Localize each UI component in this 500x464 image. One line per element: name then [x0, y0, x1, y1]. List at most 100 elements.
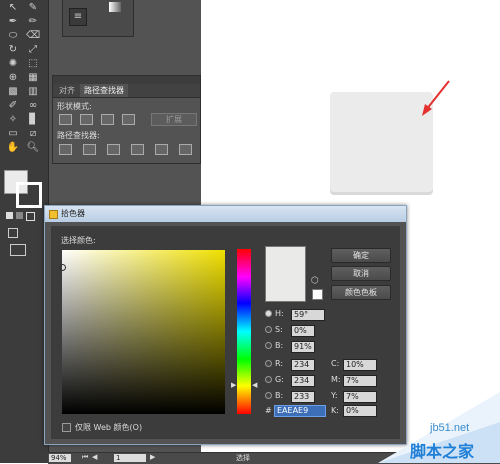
slice-tool-icon[interactable]: ⧄ [26, 128, 40, 140]
saturation-radio[interactable] [265, 326, 272, 333]
warp-tool-icon[interactable]: ✺ [6, 58, 20, 70]
green-radio[interactable] [265, 376, 272, 383]
direct-select-tool-icon[interactable]: ↖ [6, 2, 20, 14]
green-field[interactable]: 234 [291, 375, 315, 387]
red-radio[interactable] [265, 360, 272, 367]
black-label: K: [331, 406, 339, 415]
tools-panel: ↖ ✎ ✒ ✏ ⬭ ⌫ ↻ ⤢ ✺ ⬚ ⊕ ▦ ▩ ▥ ✐ ∞ ✧ ▊ ▭ ⧄ … [0, 0, 49, 463]
web-safe-color-swatch[interactable] [312, 289, 323, 300]
prev-artboard-icon[interactable]: ◀ [92, 453, 97, 461]
rotate-tool-icon[interactable]: ↻ [6, 44, 20, 56]
saturation-label: S: [275, 325, 283, 334]
pathfinder-panel: 对齐 路径查找器 形状模式: 扩展 路径查找器: [52, 75, 201, 164]
hue-field[interactable]: 59° [291, 309, 325, 321]
minus-front-button[interactable] [80, 114, 93, 125]
divide-button[interactable] [59, 144, 72, 155]
cyan-label: C: [331, 359, 340, 368]
merge-button[interactable] [107, 144, 120, 155]
brightness-radio[interactable] [265, 342, 272, 349]
hex-field[interactable]: EAEAE9 [274, 405, 326, 417]
select-color-label: 选择颜色: [61, 236, 96, 245]
hue-slider[interactable] [237, 249, 251, 414]
tab-pathfinder[interactable]: 路径查找器 [80, 84, 128, 97]
brightness-label: B: [275, 341, 284, 350]
cancel-button[interactable]: 取消 [331, 266, 391, 281]
ok-button[interactable]: 确定 [331, 248, 391, 263]
exclude-button[interactable] [122, 114, 135, 125]
blue-field[interactable]: 233 [291, 391, 315, 403]
hand-tool-icon[interactable]: ✋ [6, 142, 20, 154]
crop-button[interactable] [131, 144, 144, 155]
current-color-swatch [265, 246, 306, 302]
none-mode-icon[interactable] [26, 212, 35, 221]
zoom-field[interactable]: 94% [49, 454, 71, 462]
red-label: R: [275, 359, 284, 368]
brush-tool-icon[interactable]: ✒ [6, 16, 20, 28]
web-only-checkbox[interactable] [62, 423, 71, 432]
yellow-field[interactable]: 7% [343, 391, 377, 403]
next-artboard-icon[interactable]: ▶ [150, 453, 155, 461]
hue-slider-right-handle-icon[interactable]: ◀ [252, 381, 257, 389]
watermark-text: 脚本之家 [410, 444, 475, 461]
zoom-tool-icon[interactable]: 🔍︎ [26, 142, 40, 154]
black-field[interactable]: 0% [343, 405, 377, 417]
draw-mode-icon[interactable] [8, 228, 18, 238]
yellow-label: Y: [331, 391, 338, 400]
blend-tool-icon[interactable]: ∞ [26, 100, 40, 112]
panel-grip[interactable] [53, 76, 200, 84]
eyedropper-tool-icon[interactable]: ✐ [6, 100, 20, 112]
blob-brush-icon[interactable]: ⬭ [6, 30, 20, 42]
red-field[interactable]: 234 [291, 359, 315, 371]
minus-back-button[interactable] [179, 144, 192, 155]
screen-mode-icon[interactable] [10, 244, 26, 256]
first-artboard-icon[interactable]: ⏮ [82, 453, 88, 462]
dialog-titlebar[interactable]: 拾色器 [45, 206, 406, 222]
blue-label: B: [275, 391, 284, 400]
magenta-field[interactable]: 7% [343, 375, 377, 387]
free-transform-icon[interactable]: ⬚ [26, 58, 40, 70]
green-label: G: [275, 375, 284, 384]
unite-button[interactable] [59, 114, 72, 125]
magenta-label: M: [331, 375, 341, 384]
color-mode-icon[interactable] [6, 212, 13, 219]
scale-tool-icon[interactable]: ⤢ [26, 44, 40, 56]
tab-align[interactable]: 对齐 [55, 84, 79, 97]
hue-radio[interactable] [265, 310, 272, 317]
shape-builder-icon[interactable]: ⊕ [6, 72, 20, 84]
color-picker-cursor[interactable] [59, 264, 66, 271]
saturation-field[interactable]: 0% [291, 325, 315, 337]
brightness-field[interactable]: 91% [291, 341, 315, 353]
red-arrow-icon [422, 80, 450, 116]
mesh-tool-icon[interactable]: ▩ [6, 86, 20, 98]
color-swatches-button[interactable]: 颜色色板 [331, 285, 391, 300]
saturation-brightness-field[interactable] [59, 250, 225, 414]
app-icon [49, 210, 58, 219]
shape-modes-label: 形状模式: [57, 102, 92, 111]
hex-label: # [265, 406, 272, 415]
web-only-label: 仅限 Web 颜色(O) [75, 423, 143, 432]
pencil-tool-icon[interactable]: ✏ [26, 16, 40, 28]
cyan-field[interactable]: 10% [343, 359, 377, 371]
hue-slider-left-handle-icon[interactable]: ▶ [231, 381, 236, 389]
trim-button[interactable] [83, 144, 96, 155]
out-of-gamut-cube-icon[interactable]: ⬡ [311, 276, 319, 286]
current-tool-status: 选择 [236, 454, 250, 462]
symbol-sprayer-icon[interactable]: ✧ [6, 114, 20, 126]
expand-button[interactable]: 扩展 [151, 113, 197, 126]
artboard-tool-icon[interactable]: ▭ [6, 128, 20, 140]
stroke-swatch[interactable] [16, 182, 42, 208]
gradient-tool-icon[interactable]: ▥ [26, 86, 40, 98]
intersect-button[interactable] [101, 114, 114, 125]
panel-menu-icon[interactable]: ≡ [69, 8, 87, 26]
pen-tool-icon[interactable]: ✎ [26, 2, 40, 14]
blue-radio[interactable] [265, 392, 272, 399]
gradient-mode-icon[interactable] [16, 212, 23, 219]
artboard-number-field[interactable]: 1 [114, 454, 146, 462]
graph-tool-icon[interactable]: ▊ [26, 114, 40, 126]
color-picker-dialog: 拾色器 选择颜色: ▶ ◀ ⬡ 确定 取消 颜色色板 H: 59° S: 0% … [44, 205, 407, 445]
watermark-url: jb51.net [430, 422, 470, 434]
outline-button[interactable] [155, 144, 168, 155]
gradient-panel-icon[interactable] [109, 2, 121, 12]
eraser-tool-icon[interactable]: ⌫ [26, 30, 40, 42]
perspective-grid-icon[interactable]: ▦ [26, 72, 40, 84]
